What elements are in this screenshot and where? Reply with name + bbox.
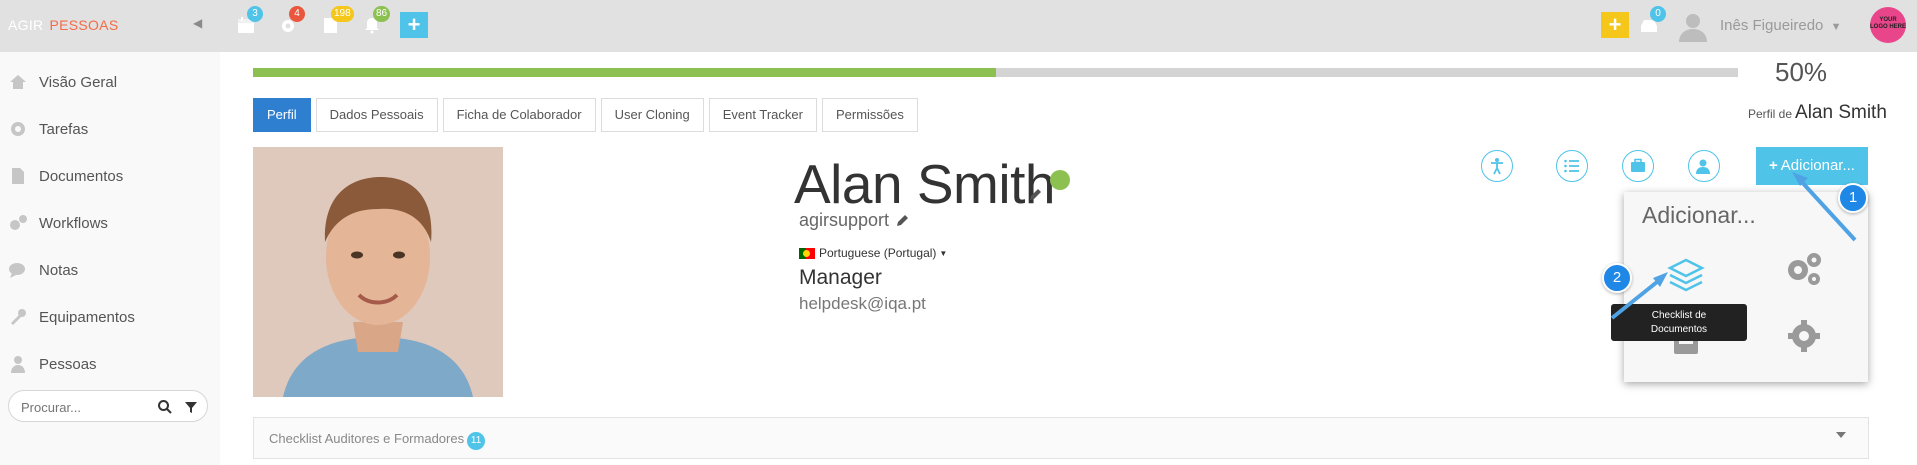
company-logo: YOUR LOGO HERE — [1870, 7, 1906, 43]
sidebar-search — [8, 390, 208, 422]
user-menu[interactable]: Inês Figueiredo ▼ — [1720, 17, 1841, 34]
accessibility-icon — [1491, 158, 1503, 175]
sidebar-item-visao-geral[interactable]: Visão Geral — [8, 70, 117, 94]
profile-progress-bar — [253, 68, 1738, 77]
plus-icon: + — [1769, 157, 1778, 174]
add-yellow-button[interactable]: + — [1601, 12, 1629, 38]
progress-label: 50% — [1775, 57, 1828, 87]
dropdown-title: Adicionar... — [1642, 202, 1756, 228]
accordion-header: Checklist Auditores e Formadores 11 — [269, 431, 486, 450]
gears-icon — [8, 213, 28, 233]
checklist-documentos-tooltip: Checklist de Documentos — [1611, 304, 1747, 341]
accordion-label: Checklist Auditores e Formadores — [269, 431, 465, 446]
profile-of-caption: Perfil de Alan Smith — [1748, 102, 1887, 124]
language-label: Portuguese (Portugal) — [819, 246, 937, 260]
chevron-down-icon: ▼ — [939, 248, 948, 258]
inbox-icon[interactable]: 0 — [1638, 6, 1666, 36]
user-icon — [8, 354, 28, 374]
wrench-icon — [8, 307, 28, 327]
profile-email: helpdesk@iqa.pt — [799, 294, 926, 313]
step-marker-2: 2 — [1602, 263, 1632, 293]
progress-fill — [253, 68, 996, 77]
tab-perfil[interactable]: Perfil — [253, 98, 311, 132]
online-status-indicator — [1050, 170, 1070, 190]
user-avatar-icon[interactable] — [1677, 10, 1709, 42]
search-icon[interactable] — [157, 399, 173, 415]
tab-permissoes[interactable]: Permissões — [821, 98, 918, 132]
sidebar-item-label: Visão Geral — [39, 73, 118, 91]
sidebar-item-label: Documentos — [39, 167, 124, 185]
sidebar-collapse-icon[interactable]: ◀ — [193, 16, 202, 30]
tab-dados-pessoais[interactable]: Dados Pessoais — [315, 98, 438, 132]
tab-ficha-de-colaborador[interactable]: Ficha de Colaborador — [442, 98, 596, 132]
settings-icon[interactable]: 4 — [277, 6, 305, 36]
cog-icon[interactable] — [1784, 316, 1824, 356]
add-dropdown-button[interactable]: + Adicionar... — [1756, 147, 1868, 185]
list-icon — [1564, 159, 1579, 173]
gear-icon — [8, 119, 28, 139]
add-button-label: Adicionar... — [1780, 157, 1855, 174]
list-button[interactable] — [1556, 150, 1588, 182]
user-id-icon — [1696, 159, 1710, 174]
cogs-icon[interactable] — [1784, 248, 1824, 288]
sidebar-item-label: Notas — [39, 261, 79, 279]
briefcase-icon — [1631, 158, 1645, 172]
sidebar-item-notas[interactable]: Notas — [8, 258, 78, 282]
filter-icon[interactable] — [183, 399, 199, 415]
documents-icon[interactable]: 198 — [319, 6, 354, 36]
brand-logo[interactable]: AGIR PESSOAS — [8, 17, 118, 33]
top-bar: AGIR PESSOAS ◀ 3 4 198 86 + + 0 Inês Figu… — [0, 0, 1917, 52]
profile-name: Alan Smith — [794, 153, 1055, 215]
sidebar-item-documentos[interactable]: Documentos — [8, 164, 123, 188]
edit-name-pencil-icon[interactable] — [1028, 188, 1042, 202]
tab-event-tracker[interactable]: Event Tracker — [708, 98, 817, 132]
documents-badge: 198 — [331, 6, 354, 22]
accessibility-button[interactable] — [1481, 150, 1513, 182]
checklist-accordion[interactable]: Checklist Auditores e Formadores 11 — [253, 417, 1869, 459]
sidebar-item-label: Pessoas — [39, 355, 97, 373]
sidebar-item-label: Tarefas — [39, 120, 89, 138]
user-name: Inês Figueiredo — [1720, 17, 1824, 34]
sidebar-item-label: Workflows — [39, 214, 108, 232]
tooltip-line-1: Checklist de — [1651, 310, 1707, 321]
add-dropdown-menu: Adicionar... — [1624, 192, 1868, 382]
tab-user-cloning[interactable]: User Cloning — [600, 98, 704, 132]
profile-of-prefix: Perfil de — [1748, 107, 1793, 121]
messages-badge: 0 — [1650, 6, 1666, 22]
calendar-icon[interactable]: 3 — [235, 6, 263, 36]
edit-username-pencil-icon[interactable] — [895, 214, 909, 228]
search-input[interactable] — [21, 397, 151, 417]
brand-part-2: PESSOAS — [49, 17, 119, 33]
profile-tabs: Perfil Dados Pessoais Ficha de Colaborad… — [253, 98, 923, 132]
profile-role: Manager — [799, 266, 882, 289]
settings-badge: 4 — [289, 6, 305, 22]
profile-photo[interactable] — [253, 147, 503, 397]
briefcase-button[interactable] — [1622, 150, 1654, 182]
add-quick-button[interactable]: + — [400, 12, 428, 38]
caret-down-icon[interactable] — [1836, 432, 1846, 438]
chevron-down-icon: ▼ — [1830, 21, 1842, 33]
sidebar-item-label: Equipamentos — [39, 308, 135, 326]
accordion-count-badge: 11 — [467, 432, 486, 450]
sidebar-item-equipamentos[interactable]: Equipamentos — [8, 305, 135, 329]
calendar-badge: 3 — [247, 6, 263, 22]
language-selector[interactable]: Portuguese (Portugal) ▼ — [799, 246, 947, 260]
layers-icon[interactable] — [1666, 256, 1706, 296]
notifications-badge: 86 — [373, 6, 391, 22]
step-marker-1: 1 — [1838, 183, 1868, 213]
comments-icon — [8, 260, 28, 280]
brand-part-1: AGIR — [8, 17, 44, 33]
sidebar-item-tarefas[interactable]: Tarefas — [8, 117, 88, 141]
profile-of-name: Alan Smith — [1795, 102, 1887, 123]
home-icon — [8, 72, 28, 92]
sidebar-item-workflows[interactable]: Workflows — [8, 211, 108, 235]
tooltip-line-2: Documentos — [1650, 324, 1708, 335]
profile-username: agirsupport — [799, 210, 890, 230]
user-profile-button[interactable] — [1688, 150, 1720, 182]
document-icon — [8, 166, 28, 186]
portugal-flag-icon — [799, 247, 815, 259]
sidebar-item-pessoas[interactable]: Pessoas — [8, 352, 97, 376]
bell-icon[interactable]: 86 — [361, 6, 391, 36]
